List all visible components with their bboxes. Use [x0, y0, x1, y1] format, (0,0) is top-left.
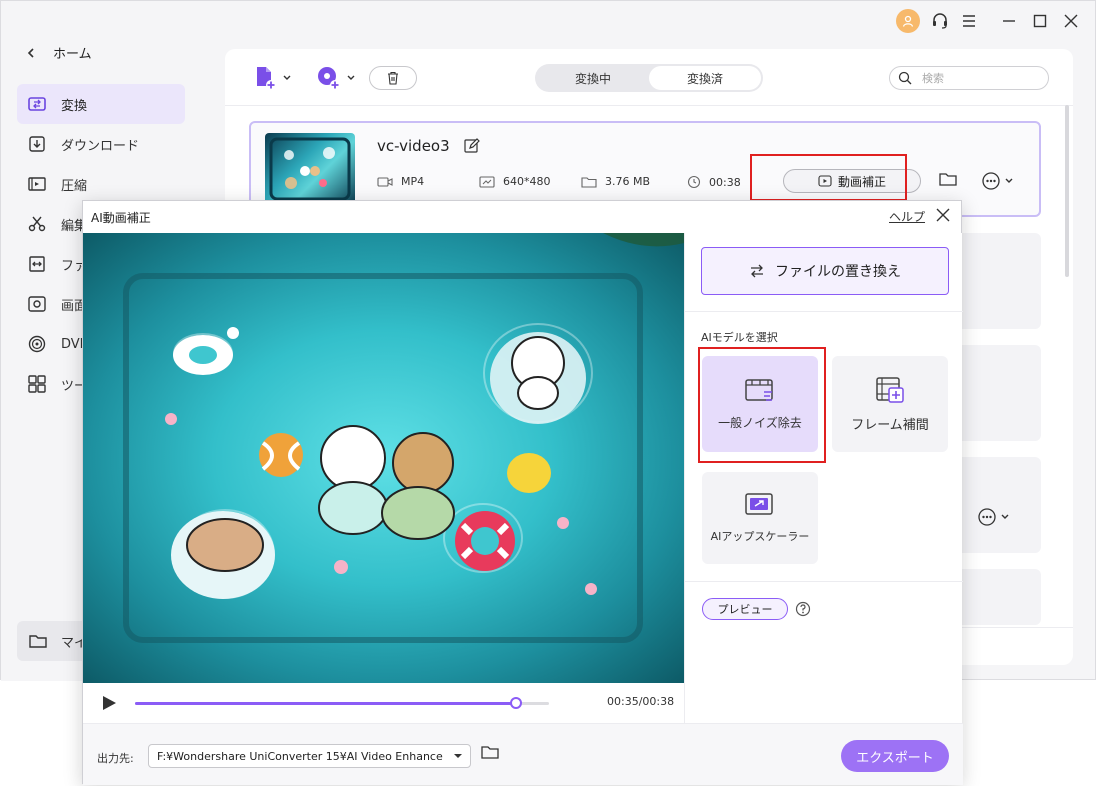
video-enhance-button[interactable]: 動画補正 [783, 169, 921, 193]
swap-icon [751, 264, 763, 278]
more-icon [978, 508, 996, 526]
enhance-icon [818, 175, 832, 187]
toolbox-icon [28, 375, 46, 393]
folder-icon[interactable] [481, 744, 499, 760]
model-ai-upscaler[interactable]: AIアップスケーラー [702, 472, 818, 564]
resolution-icon [479, 175, 495, 188]
trash-icon [388, 71, 398, 85]
export-button[interactable]: エクスポート [841, 740, 949, 772]
folder-icon [581, 176, 597, 188]
chevron-down-icon [1001, 514, 1009, 519]
home-label: ホーム [53, 47, 92, 62]
chevron-down-icon [1005, 178, 1013, 183]
sidebar-item-label: 圧縮 [61, 178, 88, 194]
dvd-icon [28, 335, 46, 353]
progress-track[interactable] [135, 702, 549, 705]
sidebar-item-label: 変換 [61, 98, 88, 114]
tab-converting[interactable]: 変換中 [537, 66, 649, 90]
divider [685, 311, 963, 312]
file-name: vc-video3 [377, 137, 450, 155]
sidebar-item-download[interactable]: ダウンロード [17, 124, 185, 164]
sidebar-item-label: ダウンロード [61, 138, 140, 154]
model-frame-interpolation[interactable]: フレーム補間 [832, 356, 948, 452]
chevron-down-icon [283, 75, 291, 80]
help-link[interactable]: ヘルプ [889, 208, 925, 225]
progress-fill [135, 702, 516, 705]
download-icon [29, 136, 45, 152]
frame-interp-icon [876, 376, 904, 403]
output-label: 出力先: [97, 752, 134, 765]
video-thumbnail[interactable] [265, 133, 355, 205]
video-preview[interactable] [83, 233, 684, 683]
close-icon[interactable] [935, 207, 951, 223]
chevron-left-icon [27, 47, 34, 58]
minimize-icon[interactable] [997, 9, 1021, 33]
file-size: 3.76 MB [581, 175, 650, 188]
search-placeholder: 検索 [922, 72, 944, 85]
delete-button[interactable] [369, 66, 417, 90]
folder-icon [29, 635, 47, 648]
output-path-value: F:¥Wondershare UniConverter 15¥AI Video … [157, 749, 443, 763]
divider [225, 105, 1073, 106]
headset-icon[interactable] [928, 9, 952, 33]
denoise-icon [745, 378, 773, 401]
video-icon [377, 176, 393, 187]
menu-icon[interactable] [959, 9, 979, 33]
open-folder-icon[interactable] [939, 171, 957, 187]
convert-icon [28, 97, 46, 111]
status-tabs: 変換中 変換済 [535, 64, 763, 92]
screen-record-icon [28, 296, 46, 312]
file-resolution: 640*480 [479, 175, 551, 188]
progress-knob[interactable] [509, 697, 522, 709]
file-format: MP4 [377, 175, 424, 188]
scissors-icon [28, 216, 46, 232]
sidebar-item-compress[interactable]: 圧縮 [17, 164, 185, 204]
compress-icon [28, 177, 46, 191]
sidebar-item-convert[interactable]: 変換 [17, 84, 185, 124]
dialog-title: AI動画補正 [91, 211, 151, 225]
add-device-button[interactable] [315, 63, 355, 93]
home-link[interactable]: ホーム [27, 43, 92, 62]
maximize-icon[interactable] [1028, 9, 1052, 33]
play-icon[interactable] [101, 695, 117, 711]
scrollbar[interactable] [1065, 105, 1069, 277]
model-section-label: AIモデルを選択 [701, 331, 778, 344]
avatar-icon[interactable] [896, 9, 920, 33]
preview-button[interactable]: プレビュー [702, 598, 788, 620]
sidebar-item-label: DVI [61, 336, 84, 352]
model-general-denoise[interactable]: 一般ノイズ除去 [702, 356, 818, 452]
player-controls: 00:35/00:38 [83, 683, 684, 723]
chevron-down-icon [454, 754, 462, 758]
chevron-down-icon [347, 75, 355, 80]
add-file-icon [257, 67, 276, 90]
close-icon[interactable] [1059, 9, 1083, 33]
more-options-button[interactable] [977, 507, 1009, 527]
more-options-button[interactable] [981, 171, 1013, 191]
more-icon [982, 172, 1000, 190]
ai-enhance-dialog: AI動画補正 ヘルプ 00:35/00:38 ファイルの置き換え AIモデルを選… [82, 200, 963, 785]
dialog-footer: 出力先: F:¥Wondershare UniConverter 15¥AI V… [83, 723, 963, 785]
help-icon[interactable] [795, 601, 811, 617]
pool-illustration [165, 233, 684, 599]
add-file-button[interactable] [251, 63, 291, 93]
tab-converted[interactable]: 変換済 [649, 66, 761, 90]
clock-icon [687, 175, 701, 189]
edit-icon[interactable] [463, 137, 481, 155]
upscale-icon [745, 493, 773, 515]
search-input[interactable]: 検索 [889, 66, 1049, 90]
search-icon [898, 71, 912, 85]
replace-file-button[interactable]: ファイルの置き換え [701, 247, 949, 295]
add-disc-icon [318, 67, 340, 90]
time-label: 00:35/00:38 [607, 695, 675, 708]
file-duration: 00:38 [687, 175, 741, 189]
divider [685, 581, 963, 582]
merge-icon [29, 256, 45, 272]
output-path-select[interactable]: F:¥Wondershare UniConverter 15¥AI Video … [148, 744, 471, 768]
settings-panel: ファイルの置き換え AIモデルを選択 一般ノイズ除去 フレーム補間 AIアップス… [684, 233, 963, 723]
